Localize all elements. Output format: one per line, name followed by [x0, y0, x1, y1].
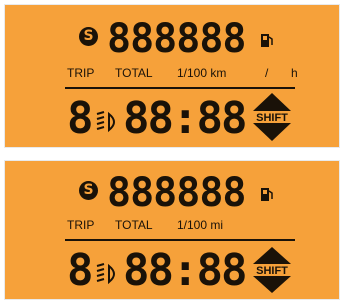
slash-label: /: [265, 66, 269, 80]
service-icon: S: [79, 181, 98, 200]
total-label: TOTAL: [115, 66, 153, 80]
shift-indicator-icon: SHIFT: [253, 93, 291, 141]
clock-display: 88:88: [123, 245, 247, 296]
fuel-pump-icon: [261, 34, 273, 47]
shift-label: SHIFT: [256, 112, 288, 124]
lcd-panel-km: S 888888 TRIP TOTAL 1/100 km / h 8 88:88…: [4, 4, 340, 148]
gear-digit: 8: [67, 93, 93, 144]
shift-indicator-icon: SHIFT: [253, 247, 291, 293]
trip-label: TRIP: [67, 66, 95, 80]
divider-line: [65, 239, 295, 241]
gear-digit: 8: [67, 245, 93, 296]
service-icon: S: [79, 27, 98, 46]
fuel-pump-icon: [261, 188, 273, 201]
clock-display: 88:88: [123, 93, 247, 144]
shift-label: SHIFT: [256, 265, 288, 277]
total-label: TOTAL: [115, 218, 153, 232]
headlight-icon: [96, 111, 115, 133]
lcd-panel-mi: S 888888 TRIP TOTAL 1/100 mi 8 88:88 SHI…: [4, 160, 340, 300]
trip-label: TRIP: [67, 218, 95, 232]
divider-line: [65, 87, 295, 89]
units-label: 1/100 km: [177, 66, 227, 80]
odometer-display: 888888: [107, 170, 246, 216]
odometer-display: 888888: [107, 16, 246, 62]
units-label: 1/100 mi: [177, 218, 224, 232]
headlight-icon: [96, 263, 115, 285]
hour-label: h: [291, 66, 298, 80]
